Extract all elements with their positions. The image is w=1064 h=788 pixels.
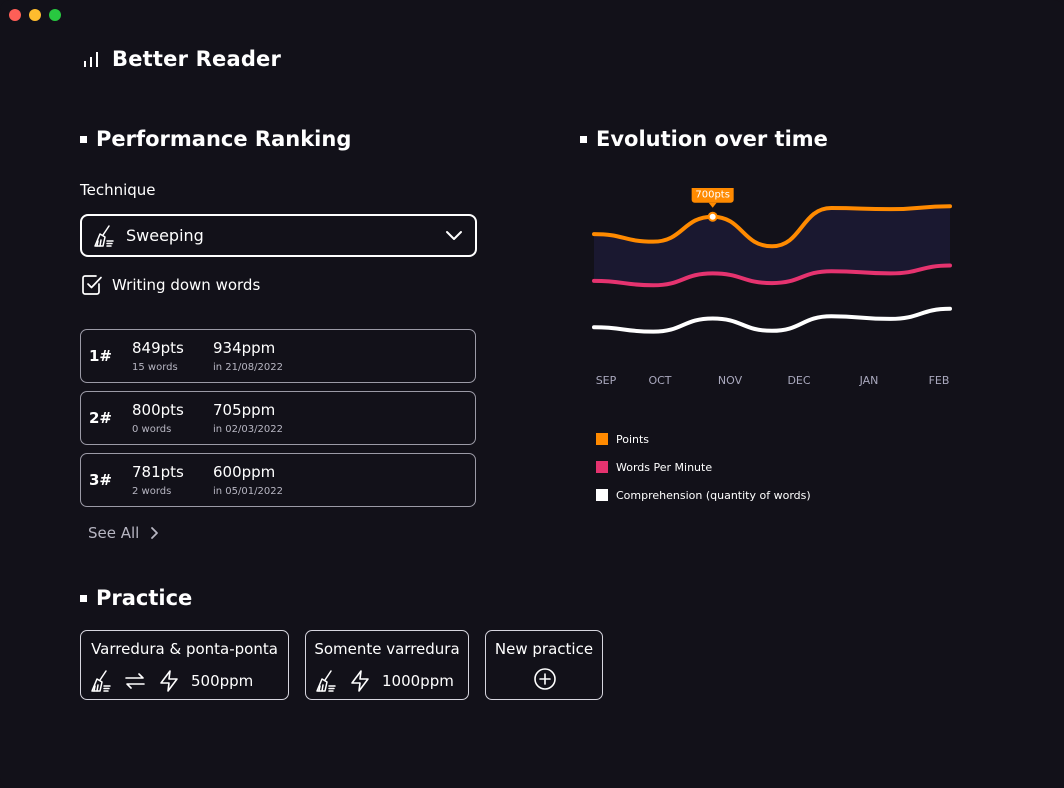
- practice-card-somente-varredura[interactable]: Somente varredura 1000ppm: [305, 630, 469, 700]
- tooltip-marker[interactable]: [707, 211, 718, 222]
- close-window-button[interactable]: [9, 9, 21, 21]
- legend-item-wpm: Words Per Minute: [596, 453, 811, 481]
- series-line-comprehension-quantity-of-words[interactable]: [592, 306, 952, 334]
- legend-swatch: [596, 489, 608, 501]
- rank-position: 2#: [89, 409, 113, 427]
- new-practice-button[interactable]: New practice: [485, 630, 603, 700]
- practice-card-title: Somente varredura: [314, 640, 460, 658]
- legend-item-comprehension: Comprehension (quantity of words): [596, 481, 811, 509]
- legend-swatch: [596, 461, 608, 473]
- rank-date: in 05/01/2022: [213, 486, 283, 497]
- rank-ppm: 600ppm: [213, 463, 276, 481]
- section-marker: [580, 135, 587, 143]
- rank-words: 15 words: [132, 362, 178, 373]
- x-tick-label: JAN: [859, 374, 879, 387]
- legend-label: Points: [616, 432, 650, 446]
- practice-card-value: 500ppm: [191, 672, 254, 690]
- rank-words: 2 words: [132, 486, 172, 497]
- app-title: Better Reader: [112, 47, 282, 71]
- rank-position: 1#: [89, 347, 113, 365]
- checkbox-checked-icon[interactable]: [81, 274, 103, 296]
- app-window: Better Reader Performance Ranking Techni…: [0, 0, 1064, 788]
- maximize-window-button[interactable]: [49, 9, 61, 21]
- broom-icon: [91, 670, 111, 692]
- bar-chart-icon: [84, 52, 98, 67]
- ranking-section-title: Performance Ranking: [80, 127, 351, 151]
- tooltip-pointer: [708, 202, 717, 208]
- writing-down-words-checkbox[interactable]: Writing down words: [81, 274, 260, 296]
- minimize-window-button[interactable]: [29, 9, 41, 21]
- rank-ppm: 934ppm: [213, 339, 276, 357]
- rank-points: 781pts: [132, 463, 184, 481]
- see-all-label: See All: [88, 524, 140, 542]
- checkbox-label: Writing down words: [112, 276, 261, 294]
- window-controls: [9, 9, 61, 21]
- plus-circle-icon: [534, 668, 556, 690]
- swap-arrows-icon: [125, 673, 145, 689]
- technique-select[interactable]: Sweeping: [80, 214, 477, 257]
- rank-points: 849pts: [132, 339, 184, 357]
- broom-icon: [94, 224, 114, 247]
- practice-card-varredura-ponta[interactable]: Varredura & ponta-ponta 500ppm: [80, 630, 289, 700]
- rank-words: 0 words: [132, 424, 172, 435]
- practice-card-value: 1000ppm: [382, 672, 454, 690]
- legend-label: Words Per Minute: [616, 460, 713, 474]
- lightning-icon: [351, 670, 369, 692]
- practice-title-text: Practice: [96, 586, 193, 610]
- lightning-icon: [160, 670, 178, 692]
- evolution-title-text: Evolution over time: [596, 127, 828, 151]
- ranking-card-3[interactable]: 3# 781pts 2 words 600ppm in 05/01/2022: [80, 453, 476, 507]
- evolution-section-title: Evolution over time: [580, 127, 828, 151]
- x-tick-label: NOV: [718, 374, 743, 387]
- ranking-card-2[interactable]: 2# 800pts 0 words 705ppm in 02/03/2022: [80, 391, 476, 445]
- legend-item-points: Points: [596, 425, 811, 453]
- ranking-card-1[interactable]: 1# 849pts 15 words 934ppm in 21/08/2022: [80, 329, 476, 383]
- chevron-right-icon: [151, 527, 159, 539]
- practice-card-title: New practice: [494, 640, 594, 658]
- legend-swatch: [596, 433, 608, 445]
- chart-legend: Points Words Per Minute Comprehension (q…: [596, 425, 811, 509]
- x-tick-label: OCT: [648, 374, 671, 387]
- rank-points: 800pts: [132, 401, 184, 419]
- evolution-line-chart: 700pts SEP OCT NOV DEC JAN FEB: [592, 188, 952, 387]
- chart-tooltip: 700pts: [691, 188, 734, 208]
- x-tick-label: FEB: [929, 374, 950, 387]
- rank-date: in 21/08/2022: [213, 362, 283, 373]
- section-marker: [80, 594, 87, 602]
- tooltip-label: 700pts: [695, 190, 730, 201]
- technique-label: Technique: [80, 181, 156, 199]
- x-tick-label: DEC: [787, 374, 810, 387]
- rank-date: in 02/03/2022: [213, 424, 283, 435]
- rank-ppm: 705ppm: [213, 401, 276, 419]
- see-all-link[interactable]: See All: [88, 524, 159, 542]
- section-marker: [80, 135, 87, 143]
- practice-section-title: Practice: [80, 586, 192, 610]
- rank-position: 3#: [89, 471, 113, 489]
- ranking-title-text: Performance Ranking: [96, 127, 352, 151]
- practice-card-title: Varredura & ponta-ponta: [91, 640, 278, 658]
- brand: Better Reader: [82, 47, 281, 71]
- legend-label: Comprehension (quantity of words): [616, 488, 811, 502]
- chevron-down-icon: [446, 230, 462, 240]
- x-tick-label: SEP: [596, 374, 617, 387]
- technique-selected-value: Sweeping: [126, 226, 204, 245]
- broom-icon: [316, 670, 336, 692]
